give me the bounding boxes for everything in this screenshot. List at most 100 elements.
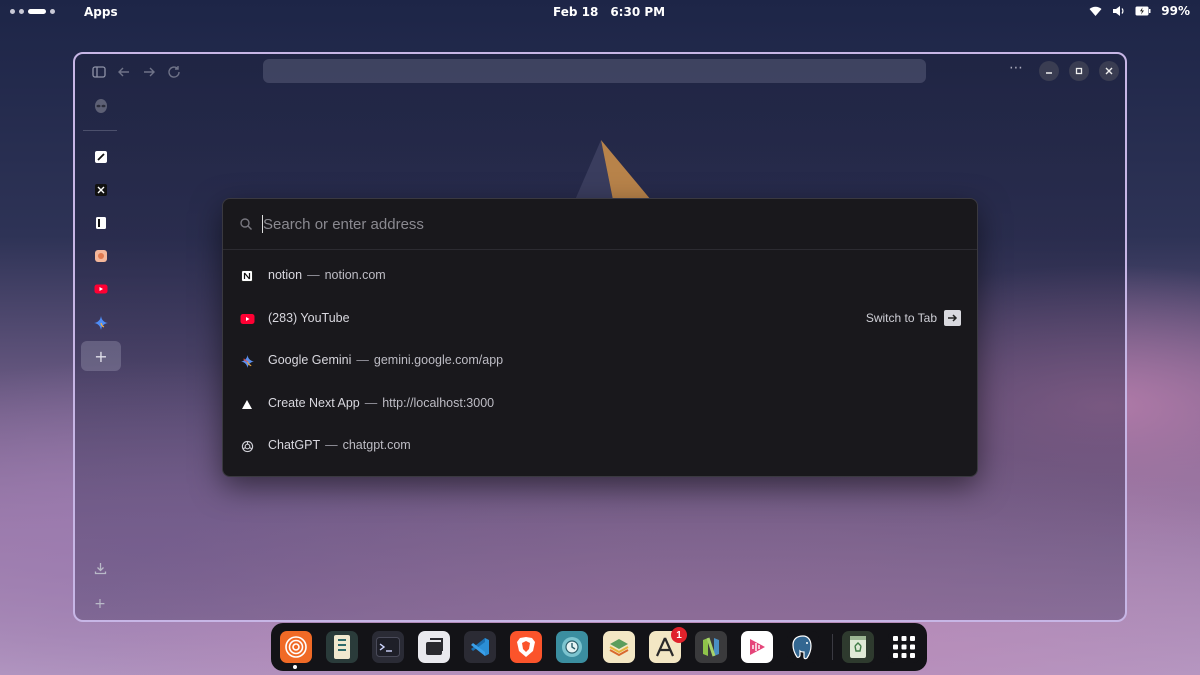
workspace-active-pill[interactable]	[28, 9, 46, 14]
search-row	[223, 199, 977, 250]
layers-icon	[609, 639, 629, 657]
minimize-button[interactable]	[1039, 61, 1059, 81]
switch-to-tab-label: Switch to Tab	[865, 311, 937, 325]
result-row-chatgpt[interactable]: ChatGPT — chatgpt.com	[231, 426, 971, 466]
neovim-app[interactable]	[695, 631, 727, 663]
screenshot-icon	[426, 638, 443, 655]
result-title: ChatGPT	[268, 438, 321, 452]
add-workspace-button[interactable]: +	[90, 594, 110, 614]
downloads-icon[interactable]	[90, 558, 110, 578]
wallpaper-pyramid	[575, 140, 651, 200]
result-row-notion[interactable]: notion — notion.com	[231, 256, 971, 296]
top-bar: Apps Feb 18 6:30 PM 99%	[0, 0, 1200, 24]
result-row-gemini[interactable]: Google Gemini — gemini.google.com/app	[231, 341, 971, 381]
sidebar-divider	[83, 130, 117, 131]
app-grid-button[interactable]	[888, 631, 920, 663]
result-text: Google Gemini — gemini.google.com/app	[268, 353, 503, 367]
perplexity-favicon[interactable]	[90, 146, 112, 168]
workspace-dot[interactable]	[50, 9, 55, 14]
claude-favicon[interactable]	[90, 245, 112, 267]
audio-player-app[interactable]	[741, 631, 773, 663]
vercel-triangle-icon	[239, 396, 255, 412]
chatgpt-icon	[239, 438, 255, 454]
result-separator: —	[307, 268, 320, 282]
result-url: http://localhost:3000	[382, 396, 495, 410]
youtube-favicon[interactable]	[90, 278, 112, 300]
switch-to-tab-button[interactable]: Switch to Tab	[866, 310, 961, 326]
running-indicator	[293, 665, 297, 669]
result-title: Google Gemini	[268, 353, 352, 367]
volume-icon	[1113, 6, 1124, 16]
file-manager-app[interactable]	[326, 631, 358, 663]
app-grid-icon	[893, 636, 915, 658]
terminal-app[interactable]	[372, 631, 404, 663]
zen-browser-icon	[285, 636, 307, 658]
alien-icon[interactable]	[90, 95, 112, 117]
result-title: (283) YouTube	[268, 311, 350, 325]
minimize-icon	[1046, 72, 1052, 74]
result-url: notion.com	[324, 268, 386, 282]
gemini-favicon[interactable]	[90, 312, 112, 334]
notification-badge: 1	[671, 627, 687, 643]
workspace-dot[interactable]	[19, 9, 24, 14]
more-menu-button[interactable]: ⋯	[1009, 60, 1024, 76]
postgresql-app[interactable]	[787, 631, 819, 663]
result-separator: —	[325, 438, 338, 452]
date-label: Feb 18	[553, 5, 599, 19]
back-arrow-icon[interactable]	[116, 64, 132, 80]
file-manager-icon	[334, 635, 350, 659]
result-url: gemini.google.com/app	[373, 353, 504, 367]
brave-app[interactable]	[510, 631, 542, 663]
workspace-indicator[interactable]	[10, 9, 55, 14]
gemini-icon	[239, 353, 255, 369]
sidebar-toggle-icon[interactable]	[91, 64, 107, 80]
workspace-dot[interactable]	[10, 9, 15, 14]
command-palette: notion — notion.com (283) YouTube Switch t…	[222, 198, 978, 477]
zen-browser-app[interactable]	[280, 631, 312, 663]
battery-icon	[1135, 6, 1151, 16]
close-button[interactable]	[1099, 61, 1119, 81]
timeshift-app[interactable]	[556, 631, 588, 663]
arrow-right-icon	[944, 310, 961, 326]
app-store-app[interactable]: 1	[649, 627, 687, 663]
time-label: 6:30 PM	[610, 5, 666, 19]
result-row-youtube[interactable]: (283) YouTube Switch to Tab	[231, 299, 971, 339]
postgresql-elephant-icon	[792, 635, 812, 660]
neovim-icon	[703, 637, 719, 657]
x-favicon[interactable]	[90, 179, 112, 201]
forward-arrow-icon[interactable]	[141, 64, 157, 80]
trash-recycle-icon	[850, 636, 866, 658]
search-input[interactable]	[263, 212, 943, 236]
result-url: chatgpt.com	[342, 438, 411, 452]
url-bar[interactable]	[263, 59, 926, 83]
maximize-icon	[1075, 67, 1083, 75]
close-icon	[1105, 67, 1113, 75]
notion-icon	[239, 268, 255, 284]
layers-app[interactable]	[603, 631, 635, 663]
dock: 1	[271, 623, 927, 671]
result-text: (283) YouTube	[268, 311, 350, 325]
browser-sidebar: + +	[75, 90, 125, 620]
result-text: notion — notion.com	[268, 268, 386, 282]
result-text: ChatGPT — chatgpt.com	[268, 438, 411, 452]
reload-icon[interactable]	[166, 64, 182, 80]
new-tab-button[interactable]: +	[81, 341, 121, 371]
trash-app[interactable]	[842, 631, 874, 663]
result-title: Create Next App	[268, 396, 360, 410]
maximize-button[interactable]	[1069, 61, 1089, 81]
brave-lion-icon	[517, 637, 535, 657]
vscode-app[interactable]	[464, 631, 496, 663]
notion-favicon[interactable]	[90, 212, 112, 234]
timeshift-icon	[562, 637, 582, 657]
screenshot-app[interactable]	[418, 631, 450, 663]
result-text: Create Next App — http://localhost:3000	[268, 396, 494, 410]
result-separator: —	[356, 353, 369, 367]
terminal-icon	[376, 637, 400, 657]
system-tray[interactable]: 99%	[1089, 4, 1190, 18]
result-row-create-next-app[interactable]: Create Next App — http://localhost:3000	[231, 384, 971, 424]
search-icon	[240, 218, 252, 230]
wifi-icon	[1089, 6, 1102, 16]
apps-button[interactable]: Apps	[84, 5, 118, 19]
battery-percent: 99%	[1161, 4, 1190, 18]
clock[interactable]: Feb 18 6:30 PM	[553, 5, 665, 19]
